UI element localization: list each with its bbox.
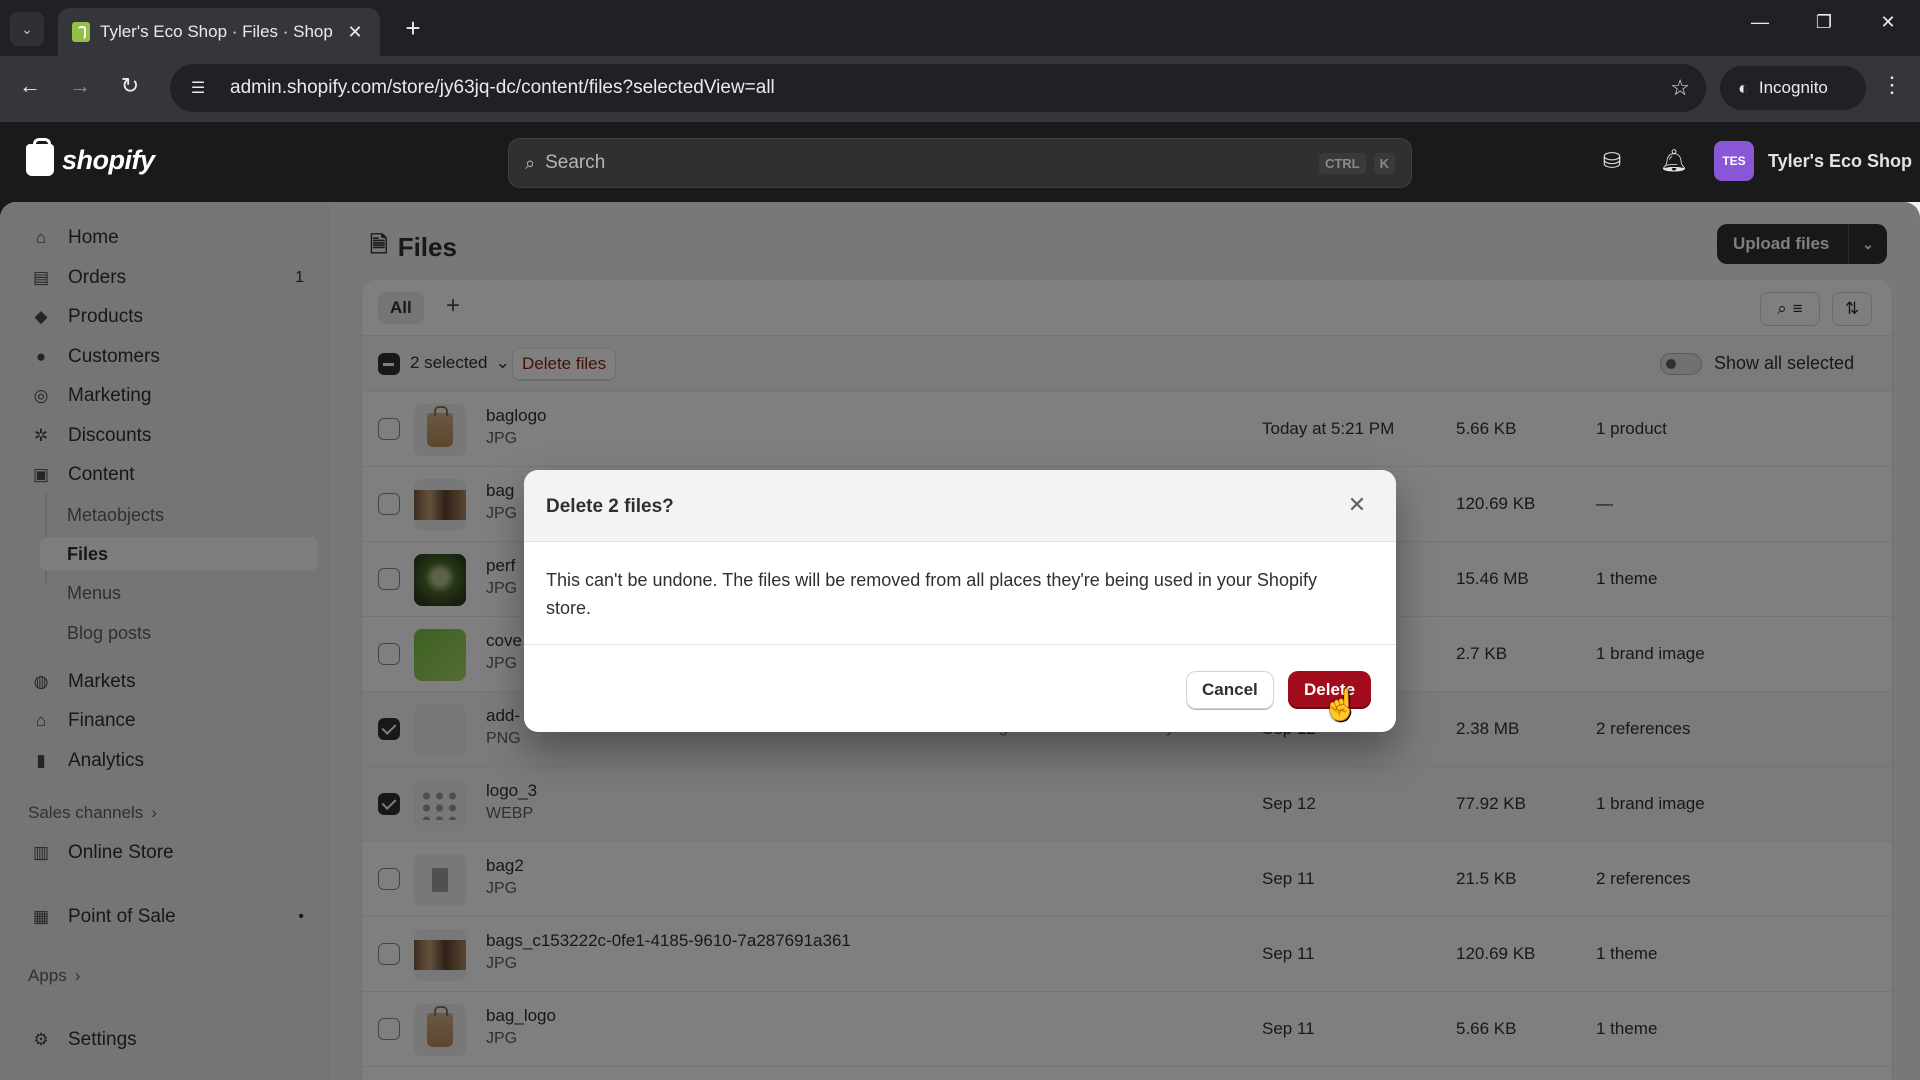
store-name: Tyler's Eco Shop bbox=[1768, 150, 1912, 171]
search-input[interactable]: ⌕ Search CTRL K bbox=[508, 138, 1412, 188]
browser-menu-icon[interactable]: ⋮ bbox=[1880, 72, 1904, 98]
minimize-button[interactable]: — bbox=[1740, 12, 1780, 33]
new-tab-button[interactable]: + bbox=[398, 13, 428, 44]
site-info-icon[interactable]: ☰ bbox=[186, 76, 210, 100]
store-menu-button[interactable]: TES Tyler's Eco Shop bbox=[1714, 141, 1912, 181]
shopify-favicon-icon bbox=[72, 22, 90, 42]
window-close-button[interactable]: ✕ bbox=[1868, 12, 1908, 33]
back-button[interactable]: ← bbox=[14, 73, 46, 99]
shopify-bag-icon bbox=[26, 138, 54, 176]
close-icon[interactable]: ✕ bbox=[1344, 492, 1370, 518]
incognito-indicator[interactable]: ◐ Incognito bbox=[1720, 66, 1866, 110]
sidekick-icon[interactable]: ⛁ bbox=[1598, 148, 1626, 174]
browser-tab[interactable]: Tyler's Eco Shop · Files · Shopify ✕ bbox=[58, 8, 380, 56]
dialog-footer: Cancel Delete bbox=[524, 644, 1396, 732]
address-bar[interactable]: ☰ admin.shopify.com/store/jy63jq-dc/cont… bbox=[170, 64, 1706, 112]
bookmark-star-icon[interactable]: ☆ bbox=[1670, 75, 1690, 101]
logo-text: shopify bbox=[62, 144, 155, 175]
shopify-logo[interactable]: shopify bbox=[26, 138, 155, 176]
tab-title: Tyler's Eco Shop · Files · Shopify bbox=[100, 22, 334, 41]
dialog-message: This can't be undone. The files will be … bbox=[546, 570, 1317, 618]
bell-icon[interactable]: 🔔︎ bbox=[1660, 148, 1688, 174]
incognito-icon: ◐ bbox=[1738, 77, 1749, 98]
cancel-button[interactable]: Cancel bbox=[1186, 671, 1274, 709]
forward-button[interactable]: → bbox=[64, 73, 96, 99]
shortcut-k: K bbox=[1373, 152, 1395, 174]
search-placeholder: Search bbox=[545, 152, 606, 173]
delete-files-dialog: Delete 2 files? ✕ This can't be undone. … bbox=[524, 470, 1396, 732]
search-icon: ⌕ bbox=[525, 152, 536, 173]
tab-search-dropdown[interactable]: ⌄ bbox=[10, 12, 44, 46]
restore-button[interactable]: ❐ bbox=[1804, 12, 1844, 33]
avatar: TES bbox=[1714, 141, 1754, 181]
dialog-title: Delete 2 files? bbox=[546, 496, 674, 517]
incognito-label: Incognito bbox=[1758, 78, 1828, 97]
shopify-topbar: shopify ⌕ Search CTRL K ⛁ 🔔︎ TES Tyler's… bbox=[0, 122, 1920, 202]
browser-toolbar: ← → ↻ ☰ admin.shopify.com/store/jy63jq-d… bbox=[0, 56, 1920, 122]
hand-pointer-icon: ☝ bbox=[1322, 689, 1360, 722]
dialog-header: Delete 2 files? ✕ bbox=[524, 470, 1396, 542]
page-scrollbar[interactable] bbox=[1908, 210, 1914, 750]
shortcut-ctrl: CTRL bbox=[1318, 152, 1366, 174]
reload-button[interactable]: ↻ bbox=[114, 73, 146, 99]
browser-tab-strip: ⌄ Tyler's Eco Shop · Files · Shopify ✕ +… bbox=[0, 0, 1920, 56]
url-text[interactable]: admin.shopify.com/store/jy63jq-dc/conten… bbox=[230, 77, 1670, 99]
tab-close-icon[interactable]: ✕ bbox=[344, 22, 366, 43]
